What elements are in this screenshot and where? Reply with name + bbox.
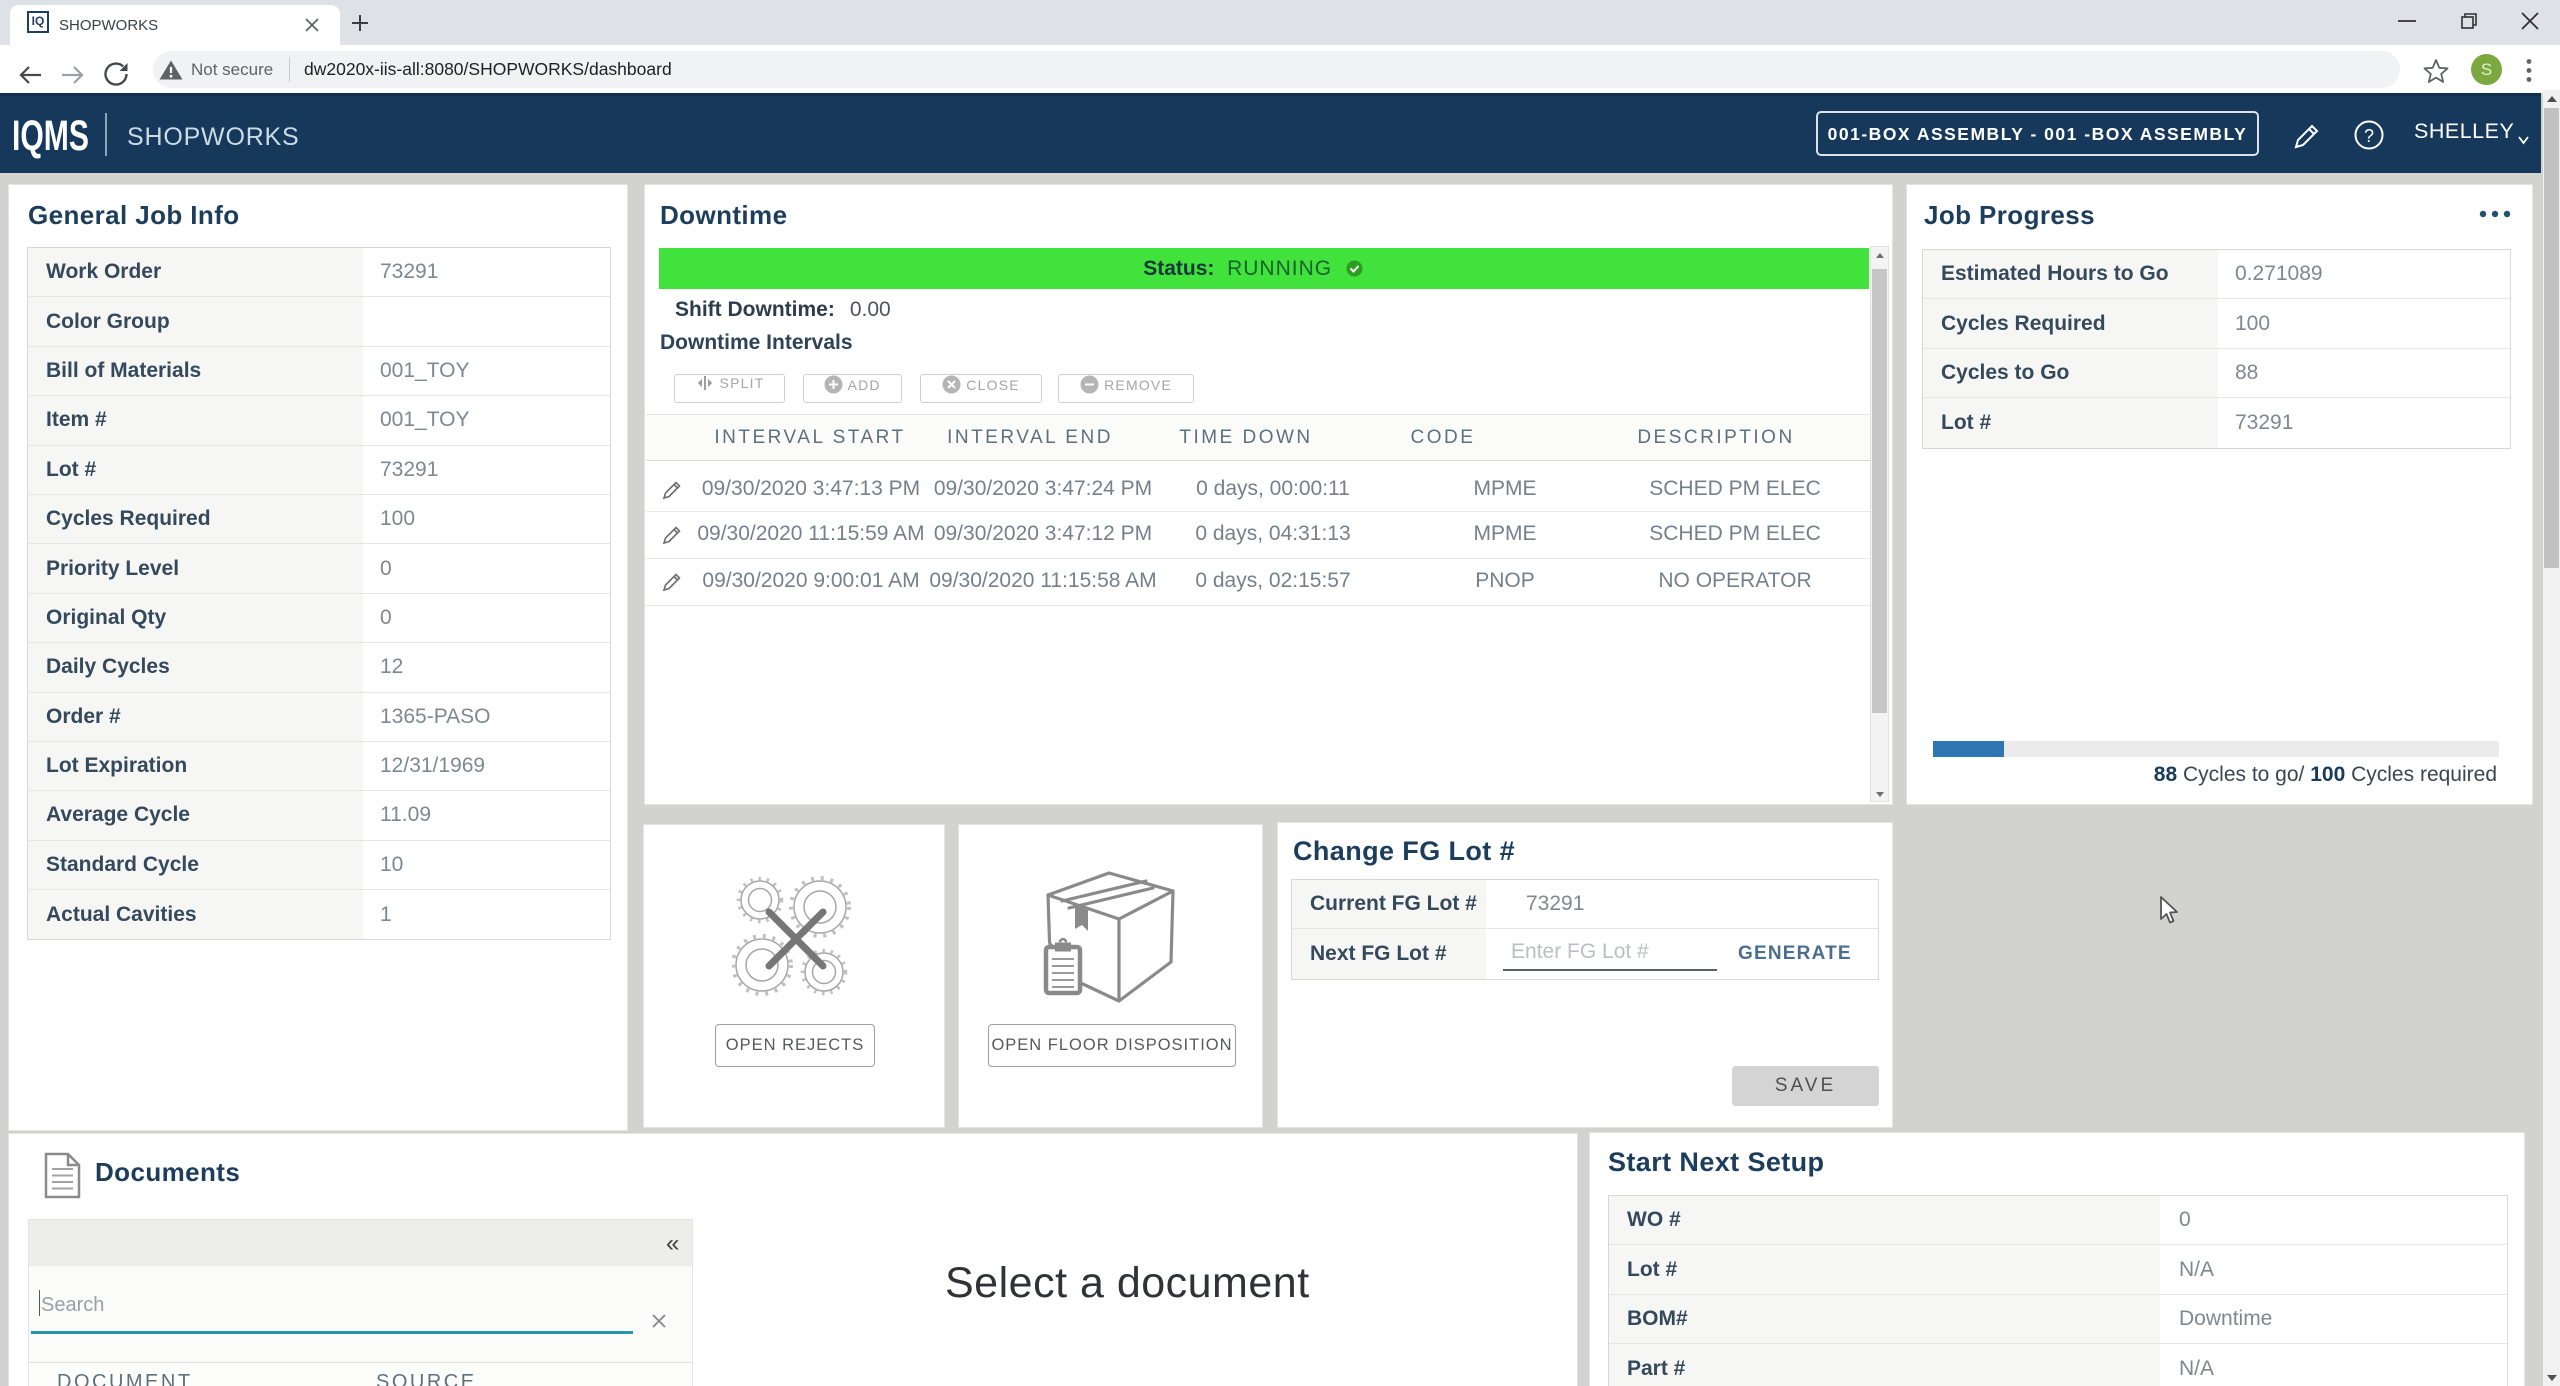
svg-text:?: ? bbox=[2364, 126, 2374, 146]
